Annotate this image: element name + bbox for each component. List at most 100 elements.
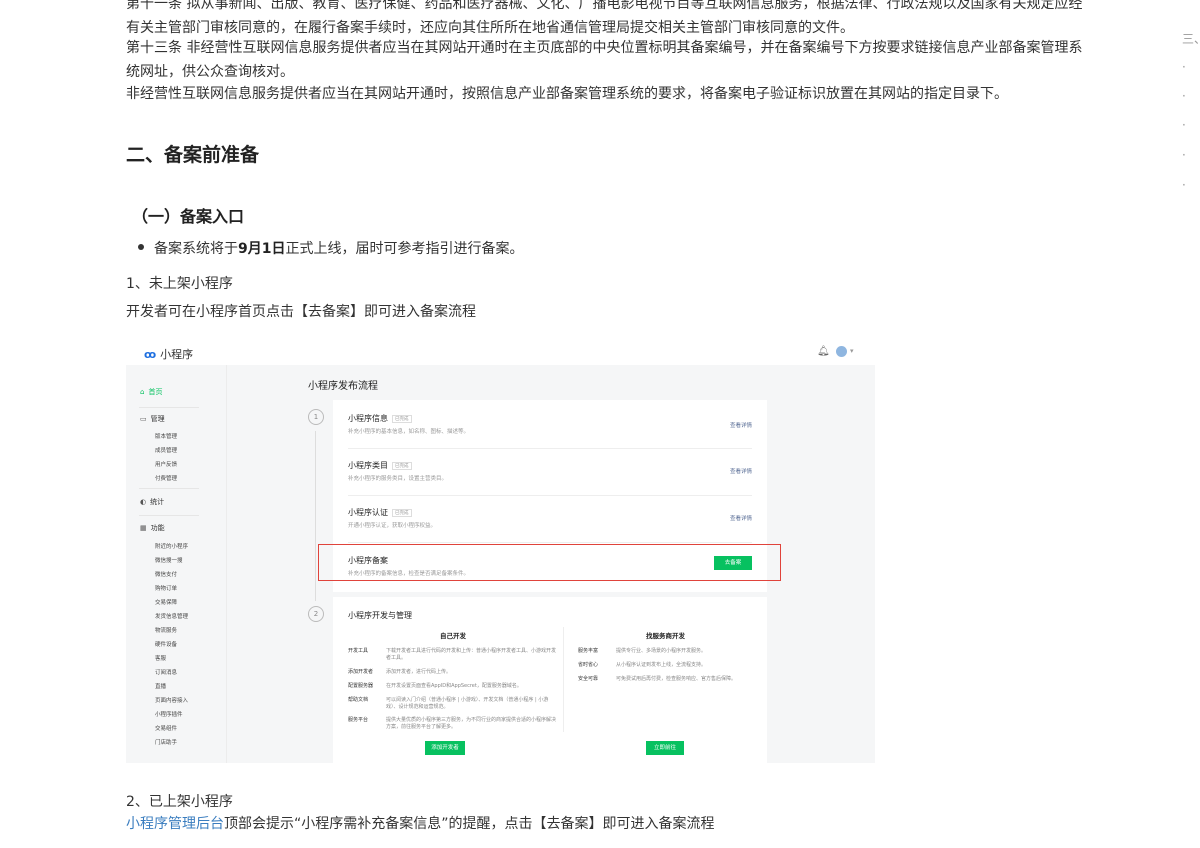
kv-row: 配置服务器 在开发设置页面查看AppID和AppSecret，配置服务器域名。 [348, 683, 558, 693]
kv-value: 在开发设置页面查看AppID和AppSecret，配置服务器域名。 [386, 683, 522, 689]
sidebar-label: 功能 [150, 524, 165, 532]
sidebar-subitem: 硬件设备 [155, 642, 178, 648]
sidebar-subitem: 微信搜一搜 [155, 558, 183, 564]
sidebar-subitem: 成员管理 [155, 448, 178, 454]
toc-item[interactable]: · [1182, 148, 1186, 162]
sidebar-item-manage: ▭ 管理 [140, 414, 165, 424]
screenshot-sidebar: ⌂ 首页 ▭ 管理 版本管理 成员管理 用户反馈 付费管理 ◐ 统计 ▦ 功能 附近的小… [126, 365, 226, 763]
kv-key: 开发工具 [348, 648, 369, 654]
kv-row: 省时省心 从小程序认证到发布上线，全流程支持。 [578, 662, 753, 672]
kv-value: 可免费试用后再付费，检查服务响应、官方售后保障。 [616, 676, 737, 682]
sidebar-subitem: 发货信息管理 [155, 614, 189, 620]
step2-description: 小程序管理后台顶部会提示“小程序需补充备案信息”的提醒，点击【去备案】即可进入备… [126, 812, 715, 836]
sidebar-subitem: 微信支付 [155, 572, 178, 578]
bullet-text-prefix: 备案系统将于 [154, 241, 238, 257]
divider [348, 542, 752, 543]
kv-row: 服务丰富 提供专行业、多场景的小程序开发服务。 [578, 648, 753, 658]
sidebar-item-features: ▦ 功能 [140, 523, 165, 533]
sidebar-subitem: 物流服务 [155, 628, 178, 634]
sidebar-label: 首页 [148, 388, 163, 396]
article-paragraph: 第十一条 拟从事新闻、出版、教育、医疗保健、药品和医疗器械、文化、广播电影电视节… [126, 0, 1083, 36]
sidebar-subitem: 订阅消息 [155, 670, 178, 676]
section-heading: 二、备案前准备 [126, 144, 260, 166]
kv-row: 帮助文档 可以阅读入门介绍（普通小程序 | 小游戏）、开发文档（普通小程序 | 小… [348, 697, 558, 713]
card-title: 小程序开发与管理 [348, 611, 412, 620]
app-name: 小程序 [160, 348, 194, 361]
kv-row: 添加开发者 添加开发者，进行代码上传。 [348, 669, 558, 679]
sidebar-subitem: 版本管理 [155, 434, 178, 440]
row-desc: 补充小程序的基本信息，如名称、图标、描述等。 [348, 429, 470, 435]
kv-key: 添加开发者 [348, 669, 374, 675]
home-icon: ⌂ [140, 388, 145, 396]
screenshot-topbar: ꝏ 小程序 🔔︎ ▾ [126, 338, 875, 365]
step-row-category: 小程序类目 已完成 补充小程序的服务类目，设置主营类目。 [348, 460, 447, 482]
toc-item[interactable]: · [1182, 89, 1186, 103]
step-row-info: 小程序信息 已完成 补充小程序的基本信息，如名称、图标、描述等。 [348, 413, 469, 435]
step1-description: 开发者可在小程序首页点击【去备案】即可进入备案流程 [126, 304, 476, 320]
divider [139, 515, 199, 516]
mp-admin-link[interactable]: 小程序管理后台 [126, 816, 224, 832]
row-desc: 补充小程序的服务类目，设置主营类目。 [348, 476, 448, 482]
kv-row: 开发工具 下载开发者工具进行代码的开发和上传：普通小程序开发者工具、小游戏开发者工… [348, 648, 558, 664]
sidebar-subitem: 用户反馈 [155, 462, 178, 468]
avatar [836, 346, 847, 357]
add-developer-button: 添加开发者 [425, 741, 465, 755]
divider [139, 488, 199, 489]
bullet-text-suffix: 正式上线，届时可参考指引进行备案。 [285, 241, 524, 257]
dev-manage-card: 小程序开发与管理 自己开发 开发工具 下载开发者工具进行代码的开发和上传：普通小程… [333, 597, 767, 763]
sidebar-subitem: 门店助手 [155, 740, 178, 746]
sidebar-subitem: 交易组件 [155, 726, 178, 732]
toc-item[interactable]: · [1182, 178, 1186, 192]
article-paragraph: 非经营性互联网信息服务提供者应当在其网站开通时，按照信息产业部备案管理系统的要求… [126, 86, 1008, 102]
bullet-item: 备案系统将于9月1日正式上线，届时可参考指引进行备案。 [138, 237, 523, 261]
kv-key: 帮助文档 [348, 697, 369, 703]
sidebar-subitem: 客服 [155, 656, 167, 662]
sidebar-subitem: 购物订单 [155, 586, 178, 592]
bullet-dot-icon [138, 244, 144, 250]
kv-key: 配置服务器 [348, 683, 374, 689]
kv-key: 省时省心 [578, 662, 599, 668]
toc-item[interactable]: 三、 [1182, 30, 1200, 47]
step-connector [315, 431, 316, 601]
status-badge: 已完成 [392, 462, 412, 470]
kv-value: 可以阅读入门介绍（普通小程序 | 小游戏）、开发文档（普通小程序 | 小游戏）、… [386, 697, 549, 710]
column-heading: 找服务商开发 [646, 632, 685, 640]
row-desc: 开通小程序认证，获取小程序权益。 [348, 523, 437, 529]
vendor-dev-column: 找服务商开发 [578, 630, 753, 640]
toc-item[interactable]: · [1182, 118, 1186, 132]
kv-row: 服务平台 提供大量优质的小程序第三方服务，为不同行业的商家提供合适的小程序解决方案… [348, 717, 558, 733]
divider [348, 495, 752, 496]
self-dev-column: 自己开发 [348, 630, 558, 640]
highlight-box [318, 544, 781, 581]
kv-row: 安全可靠 可免费试用后再付费，检查服务响应、官方售后保障。 [578, 676, 753, 686]
kv-key: 服务丰富 [578, 648, 599, 654]
subsection-heading: （一）备案入口 [132, 207, 245, 226]
status-badge: 已完成 [392, 509, 412, 517]
row-title: 小程序类目 [348, 461, 388, 470]
toc-item[interactable]: · [1182, 60, 1186, 74]
column-divider [563, 627, 564, 732]
view-details-link: 查看详情 [730, 423, 753, 429]
embedded-screenshot: ꝏ 小程序 🔔︎ ▾ ⌂ 首页 ▭ 管理 版本管理 成员管理 用户反馈 付费管理 ◐ 统… [126, 338, 875, 763]
sidebar-subitem: 页面内容接入 [155, 698, 189, 704]
bell-icon: 🔔︎ [817, 346, 830, 357]
go-now-button: 立即前往 [646, 741, 684, 755]
sidebar-subitem: 付费管理 [155, 476, 178, 482]
chevron-down-icon: ▾ [850, 347, 854, 355]
stats-icon: ◐ [140, 498, 147, 506]
view-details-link: 查看详情 [730, 516, 753, 522]
sidebar-subitem: 附近的小程序 [155, 544, 189, 550]
kv-key: 服务平台 [348, 717, 369, 723]
article-paragraph: 第十三条 非经营性互联网信息服务提供者应当在其网站开通时在主页底部的中央位置标明… [126, 40, 1083, 80]
kv-value: 提供专行业、多场景的小程序开发服务。 [616, 648, 707, 654]
step-number: 1 [308, 409, 324, 425]
status-badge: 已完成 [392, 415, 412, 423]
kv-value: 添加开发者，进行代码上传。 [386, 669, 452, 675]
manage-icon: ▭ [140, 415, 147, 423]
app-logo: ꝏ 小程序 [144, 346, 193, 362]
bullet-date: 9月1日 [238, 241, 286, 257]
sidebar-divider [226, 365, 227, 763]
screenshot-page-title: 小程序发布流程 [308, 381, 378, 392]
divider [139, 407, 199, 408]
divider [348, 448, 752, 449]
